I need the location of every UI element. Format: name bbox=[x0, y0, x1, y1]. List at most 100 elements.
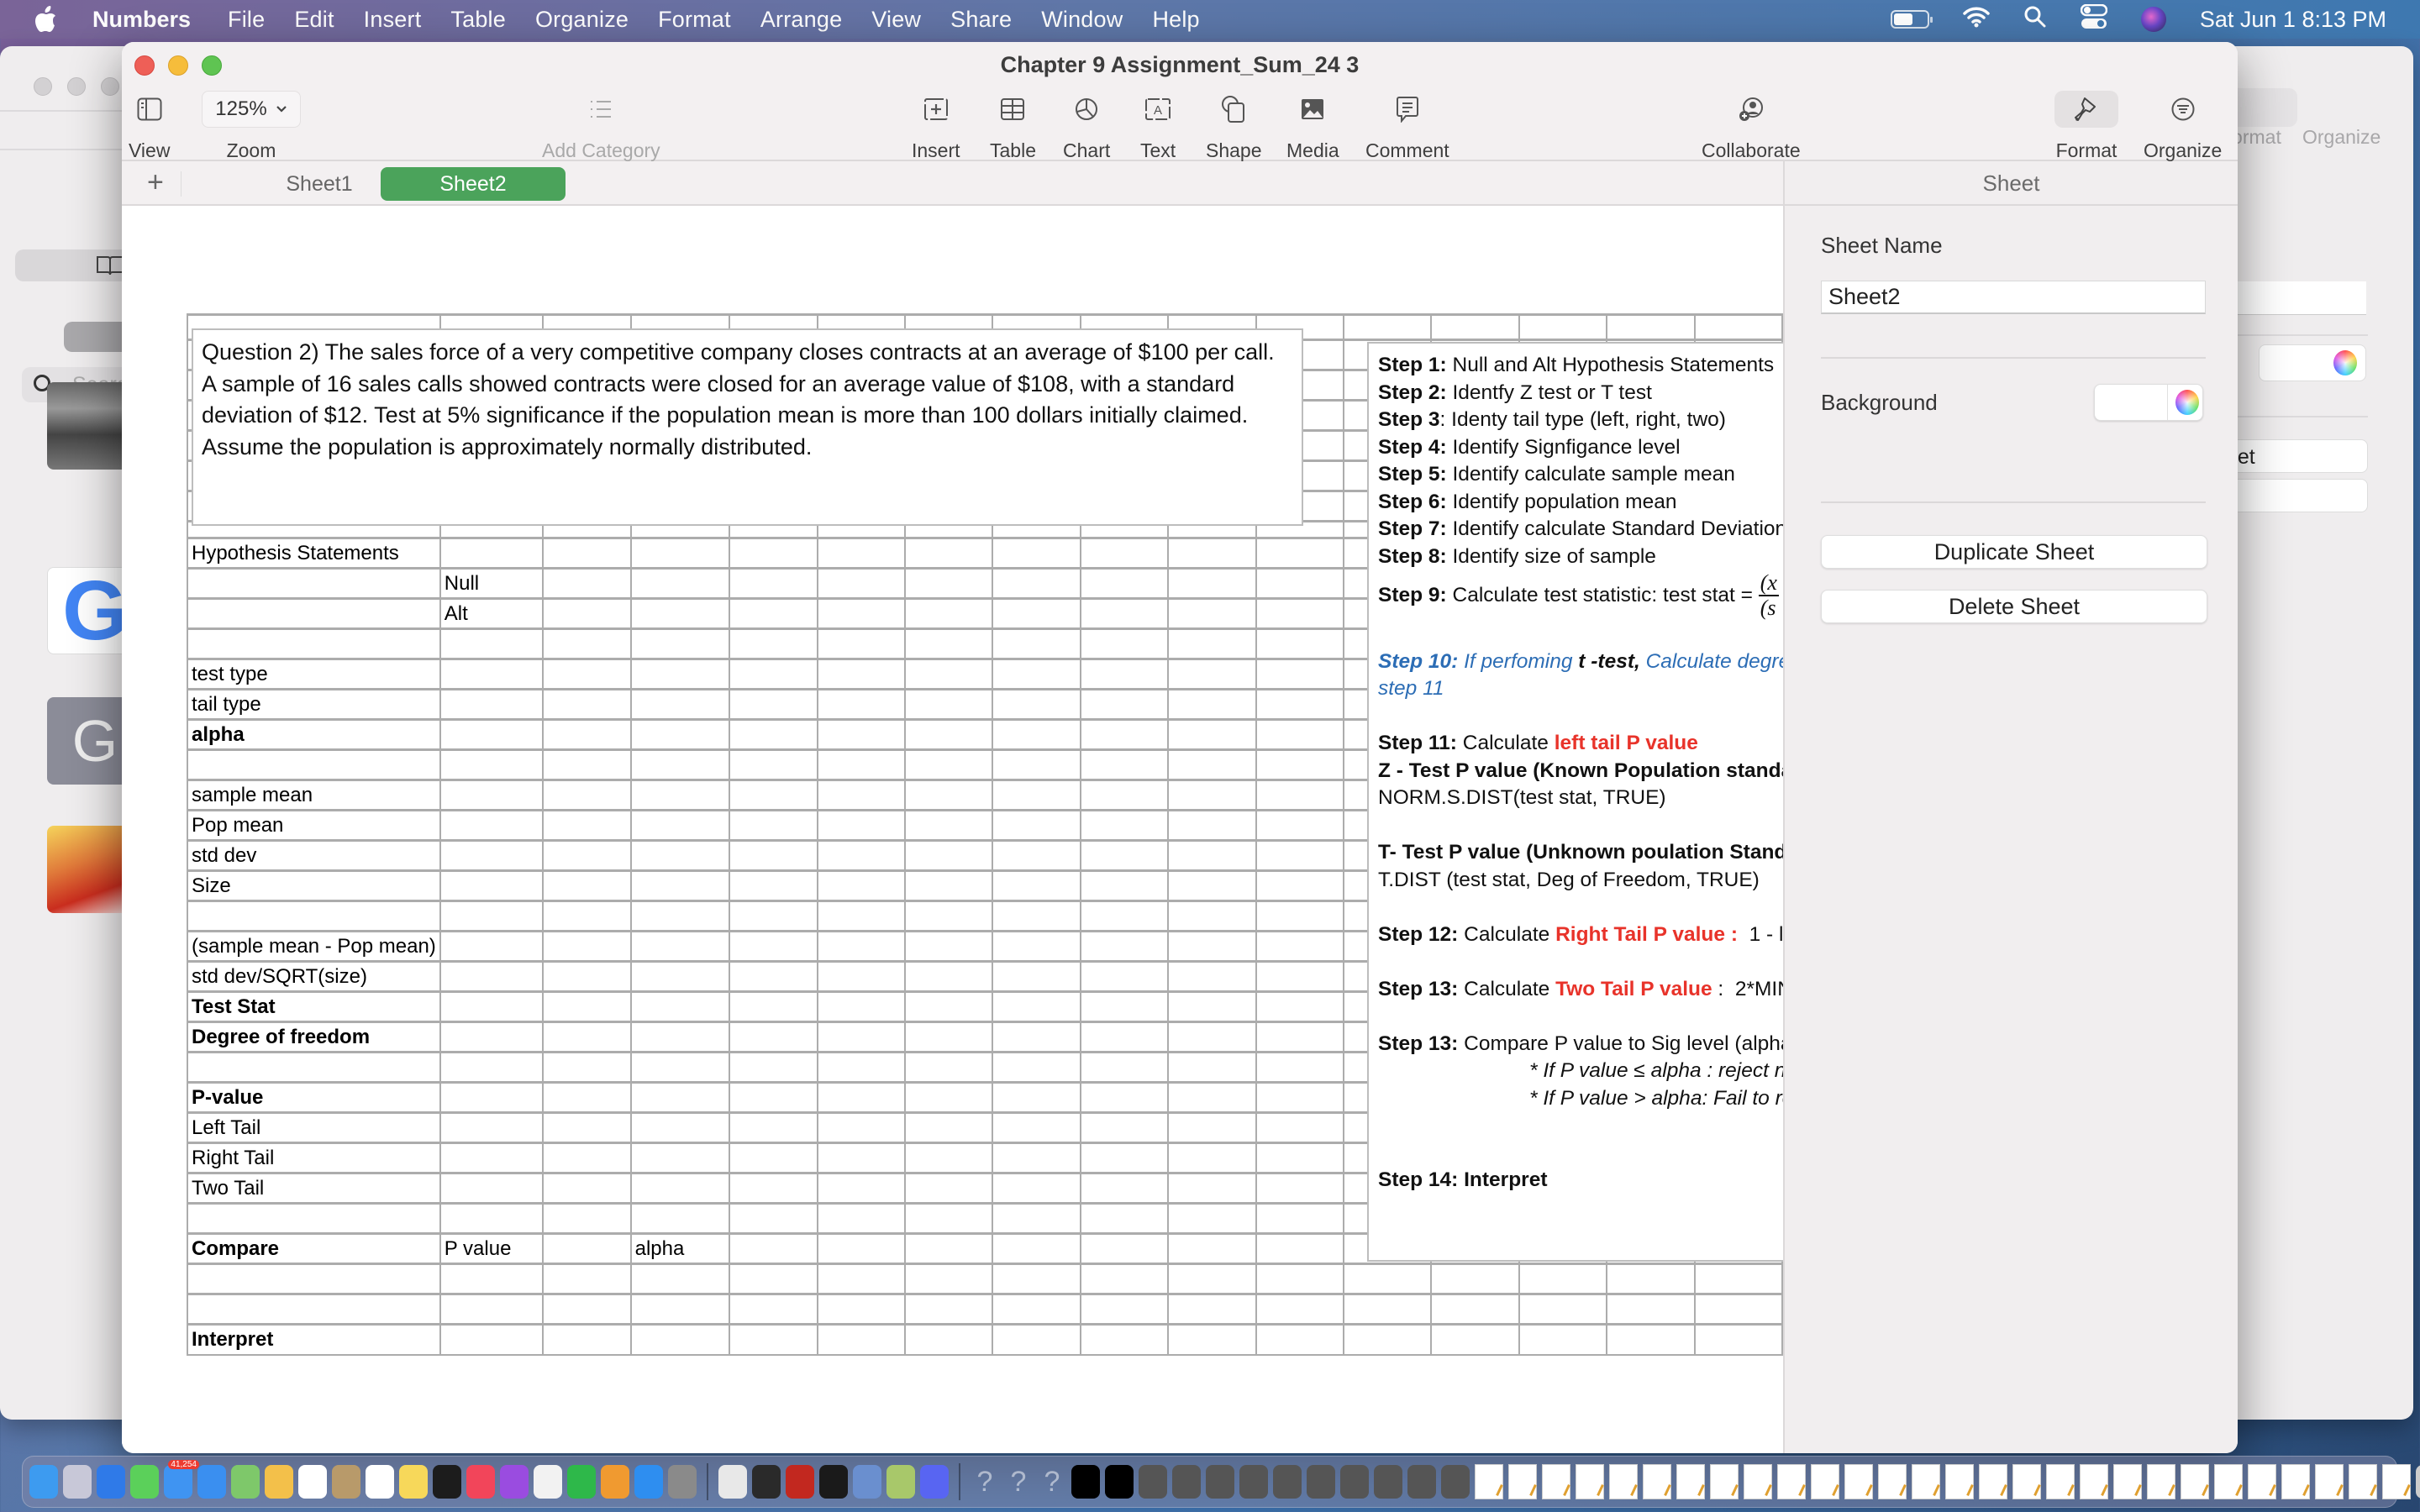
table-cell[interactable] bbox=[439, 658, 544, 690]
table-cell[interactable] bbox=[1255, 537, 1345, 570]
downloads-stack-icon[interactable] bbox=[2416, 1465, 2420, 1499]
table-cell[interactable] bbox=[1255, 1111, 1345, 1144]
comment-button[interactable]: Comment bbox=[1365, 91, 1449, 162]
table-cell[interactable] bbox=[629, 537, 731, 570]
table-cell[interactable] bbox=[816, 1111, 907, 1144]
table-cell[interactable] bbox=[1342, 313, 1433, 341]
table-cell[interactable] bbox=[542, 809, 632, 842]
table-cell[interactable] bbox=[1079, 627, 1170, 660]
siri-icon[interactable] bbox=[2140, 7, 2166, 32]
table-cell[interactable] bbox=[1167, 930, 1257, 963]
table-cell[interactable] bbox=[1693, 313, 1783, 341]
table-cell[interactable]: Right Tail bbox=[187, 1142, 441, 1174]
table-cell[interactable] bbox=[729, 1142, 818, 1174]
pages-document-icon[interactable] bbox=[1508, 1464, 1537, 1499]
table-cell[interactable] bbox=[729, 809, 818, 842]
table-cell[interactable] bbox=[542, 960, 632, 993]
launchpad-icon[interactable] bbox=[63, 1465, 92, 1499]
bg-sheet-name-input[interactable] bbox=[2218, 281, 2366, 315]
table-cell[interactable] bbox=[629, 869, 731, 902]
pages-document-icon[interactable] bbox=[2147, 1464, 2175, 1499]
table-cell[interactable] bbox=[542, 900, 632, 932]
table-cell[interactable] bbox=[542, 930, 632, 963]
unknown-app-icon[interactable]: ? bbox=[971, 1466, 999, 1499]
table-cell[interactable]: P-value bbox=[187, 1081, 441, 1114]
pages-document-icon[interactable] bbox=[1643, 1464, 1671, 1499]
table-cell[interactable] bbox=[904, 1263, 994, 1295]
table-cell[interactable]: Interpret bbox=[187, 1323, 441, 1356]
table-cell[interactable] bbox=[1255, 779, 1345, 811]
table-cell[interactable] bbox=[904, 567, 994, 600]
table-cell[interactable] bbox=[542, 1111, 632, 1144]
table-cell[interactable] bbox=[439, 930, 544, 963]
table-cell[interactable] bbox=[729, 960, 818, 993]
table-cell[interactable] bbox=[1255, 1323, 1345, 1356]
table-cell[interactable] bbox=[992, 900, 1081, 932]
menu-view[interactable]: View bbox=[871, 7, 921, 33]
table-cell[interactable] bbox=[1079, 930, 1170, 963]
pages-document-icon[interactable] bbox=[1945, 1464, 1974, 1499]
table-cell[interactable]: (sample mean - Pop mean) bbox=[187, 930, 441, 963]
table-cell[interactable] bbox=[1518, 313, 1608, 341]
table-cell[interactable] bbox=[1079, 1232, 1170, 1265]
pages-document-icon[interactable] bbox=[2349, 1464, 2377, 1499]
table-cell[interactable] bbox=[1167, 1263, 1257, 1295]
table-cell[interactable] bbox=[1255, 718, 1345, 751]
table-cell[interactable] bbox=[629, 1323, 731, 1356]
table-cell[interactable] bbox=[816, 1202, 907, 1235]
table-cell[interactable] bbox=[904, 1021, 994, 1053]
numbers-icon[interactable] bbox=[567, 1465, 596, 1499]
pages-document-icon[interactable] bbox=[1811, 1464, 1839, 1499]
chart-button[interactable]: Chart bbox=[1063, 91, 1110, 162]
table-cell[interactable] bbox=[992, 1142, 1081, 1174]
table-cell[interactable] bbox=[904, 688, 994, 721]
table-cell[interactable] bbox=[187, 627, 441, 660]
table-cell[interactable] bbox=[729, 658, 818, 690]
table-cell[interactable] bbox=[542, 1202, 632, 1235]
pages-document-icon[interactable] bbox=[2382, 1464, 2411, 1499]
table-cell[interactable] bbox=[1079, 839, 1170, 872]
table-cell[interactable] bbox=[1167, 1172, 1257, 1205]
table-cell[interactable] bbox=[904, 748, 994, 781]
table-cell[interactable] bbox=[439, 748, 544, 781]
table-cell[interactable] bbox=[1167, 1202, 1257, 1235]
pages-document-icon[interactable] bbox=[1576, 1464, 1604, 1499]
table-cell[interactable] bbox=[816, 597, 907, 630]
menu-insert[interactable]: Insert bbox=[364, 7, 422, 33]
battery-icon[interactable] bbox=[1890, 10, 1933, 29]
table-cell[interactable] bbox=[992, 748, 1081, 781]
table-cell[interactable] bbox=[1430, 313, 1520, 341]
table-cell[interactable] bbox=[629, 1293, 731, 1326]
duplicate-sheet-button[interactable]: Duplicate Sheet bbox=[1821, 535, 2207, 569]
table-cell[interactable] bbox=[904, 1323, 994, 1356]
table-cell[interactable] bbox=[542, 869, 632, 902]
table-cell[interactable] bbox=[629, 930, 731, 963]
table-cell[interactable] bbox=[992, 869, 1081, 902]
table-cell[interactable] bbox=[1079, 1111, 1170, 1144]
menu-window[interactable]: Window bbox=[1041, 7, 1123, 33]
minimized-window-thumbnail[interactable] bbox=[1407, 1465, 1436, 1499]
menu-share[interactable]: Share bbox=[950, 7, 1012, 33]
table-cell[interactable] bbox=[904, 1293, 994, 1326]
table-cell[interactable] bbox=[439, 960, 544, 993]
table-cell[interactable] bbox=[816, 869, 907, 902]
pages-document-icon[interactable] bbox=[1744, 1464, 1772, 1499]
format-toggle[interactable] bbox=[2054, 91, 2118, 128]
table-cell[interactable] bbox=[992, 960, 1081, 993]
app-store-icon[interactable] bbox=[634, 1465, 663, 1499]
table-cell[interactable] bbox=[1255, 567, 1345, 600]
table-cell[interactable] bbox=[1167, 1021, 1257, 1053]
pages-document-icon[interactable] bbox=[2046, 1464, 2075, 1499]
table-cell[interactable] bbox=[904, 900, 994, 932]
acrobat-icon[interactable] bbox=[786, 1465, 814, 1499]
text-button[interactable]: A Text bbox=[1140, 91, 1176, 162]
table-button[interactable]: Table bbox=[990, 91, 1036, 162]
table-cell[interactable] bbox=[542, 1142, 632, 1174]
table-cell[interactable] bbox=[816, 748, 907, 781]
minimized-window-thumbnail[interactable] bbox=[1374, 1465, 1402, 1499]
safari-icon[interactable] bbox=[197, 1465, 226, 1499]
finder-icon[interactable] bbox=[29, 1465, 58, 1499]
chrome-icon[interactable] bbox=[718, 1465, 747, 1499]
table-cell[interactable] bbox=[1079, 900, 1170, 932]
table-cell[interactable] bbox=[816, 658, 907, 690]
